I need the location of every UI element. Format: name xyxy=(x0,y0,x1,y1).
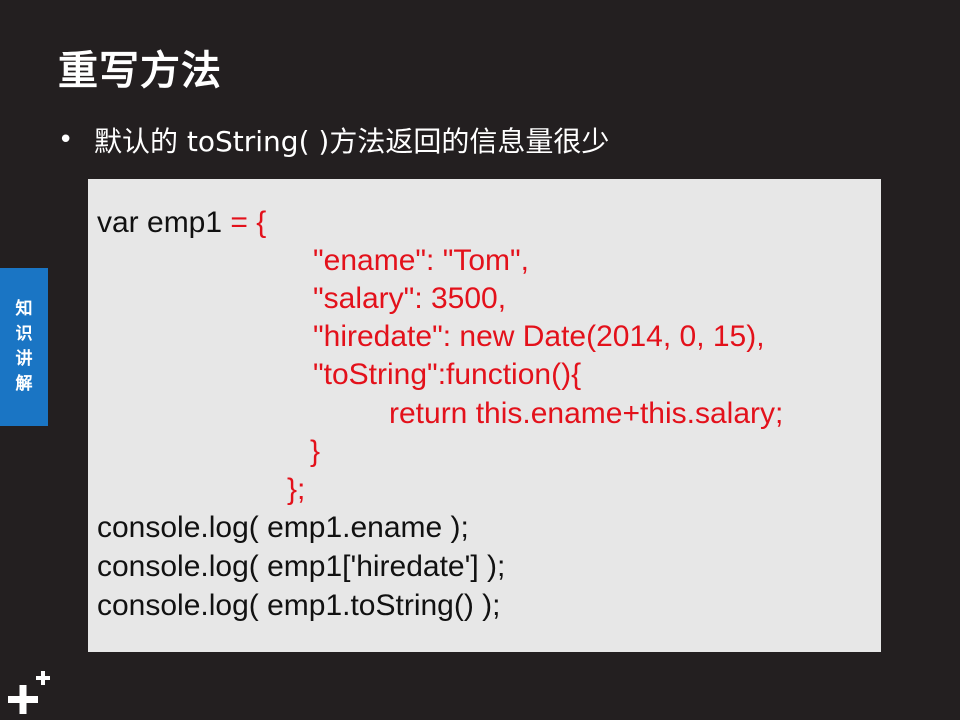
code-line: }; xyxy=(287,473,306,506)
bullet-dot-icon: • xyxy=(58,125,74,155)
code-block: var emp1 = { "ename": "Tom", "salary": 3… xyxy=(88,179,881,652)
knowledge-tab[interactable]: 知 识 讲 解 xyxy=(0,268,48,426)
side-tab-char: 讲 xyxy=(15,349,33,369)
code-line: var emp1 = { xyxy=(97,204,266,242)
bullet-text: 默认的 toString( )方法返回的信息量很少 xyxy=(94,125,610,158)
code-token: = { xyxy=(222,206,267,239)
code-line: console.log( emp1.ename ); xyxy=(97,511,469,544)
bullet-point: • 默认的 toString( )方法返回的信息量很少 xyxy=(58,120,609,160)
code-token: var emp1 xyxy=(97,206,223,239)
side-tab-char: 识 xyxy=(15,324,33,344)
code-line: "ename": "Tom", xyxy=(313,244,530,277)
side-tab-char: 解 xyxy=(15,374,33,394)
page-title: 重写方法 xyxy=(58,48,222,94)
code-line: console.log( emp1['hiredate'] ); xyxy=(97,550,506,583)
code-line: "hiredate": new Date(2014, 0, 15), xyxy=(313,320,765,353)
side-tab-char: 知 xyxy=(15,299,33,319)
code-line: console.log( emp1.toString() ); xyxy=(97,589,501,622)
code-line: } xyxy=(310,435,321,468)
code-line: "toString":function(){ xyxy=(313,358,582,391)
code-line: return this.ename+this.salary; xyxy=(389,397,784,430)
plus-logo-icon xyxy=(8,668,52,714)
code-line: "salary": 3500, xyxy=(313,282,507,315)
